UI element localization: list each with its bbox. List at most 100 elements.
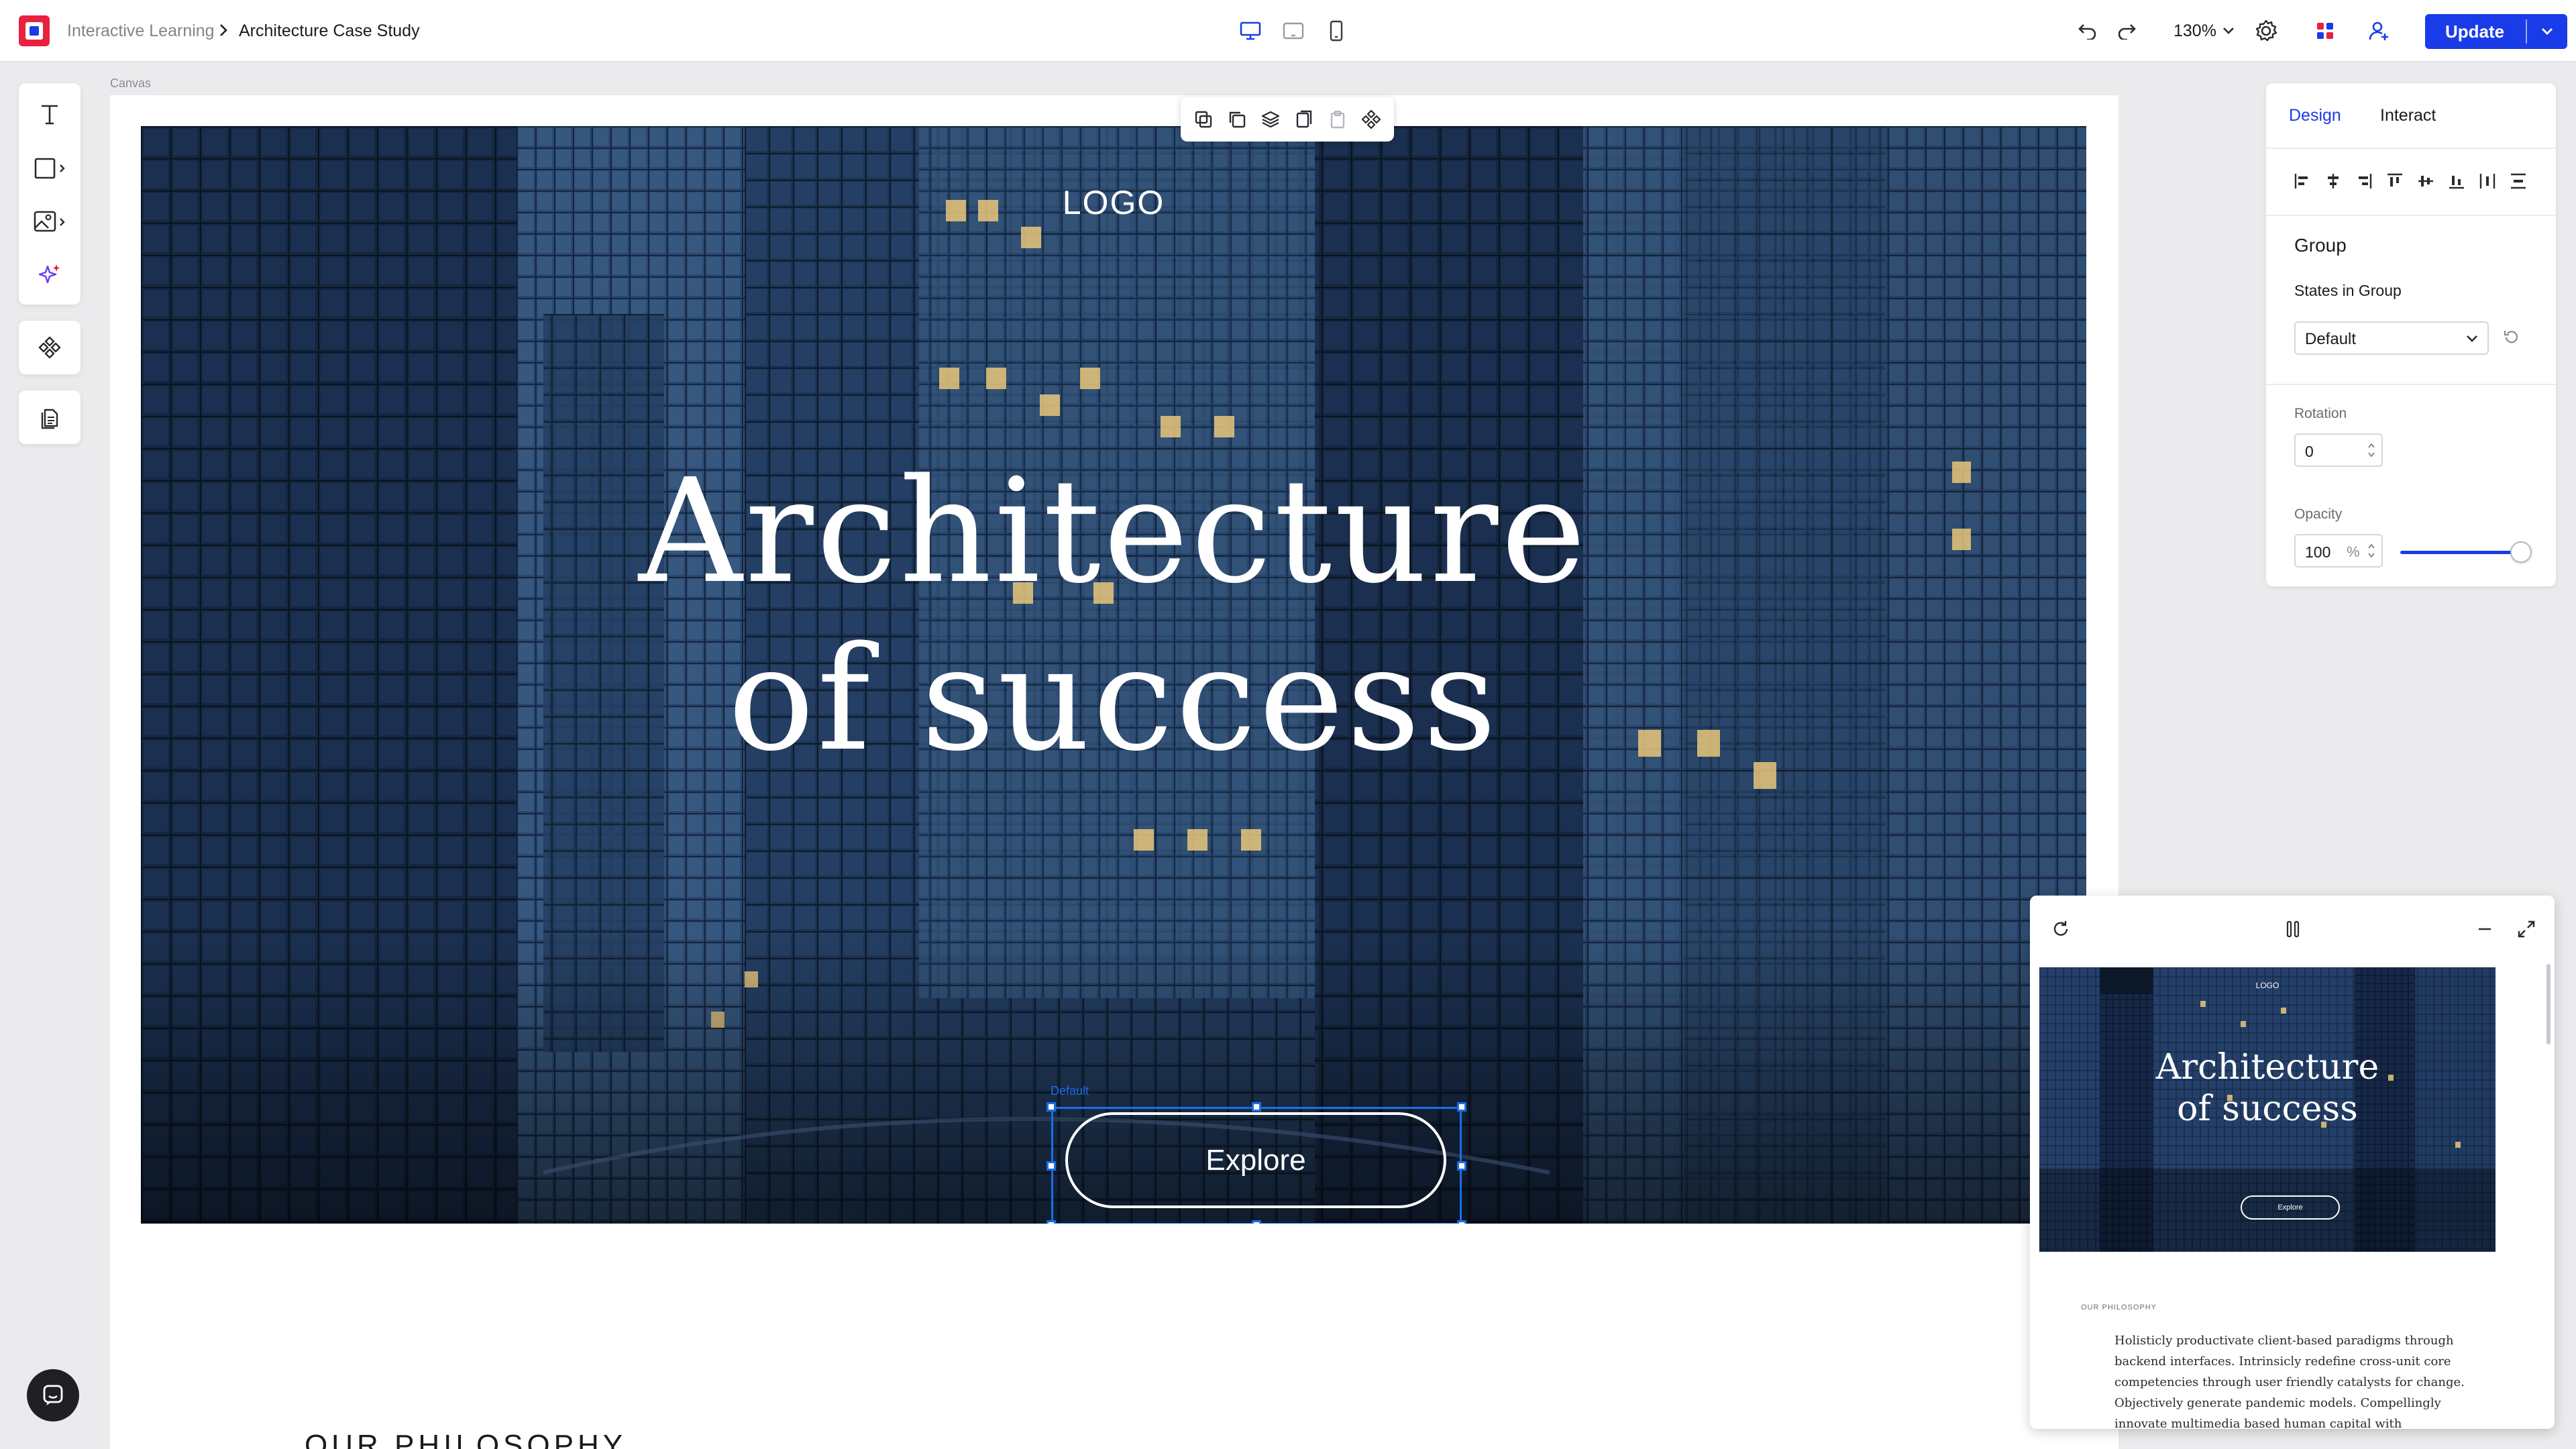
tab-design[interactable]: Design [2289, 103, 2341, 127]
components-toolbar [19, 321, 80, 374]
apps-grid-icon[interactable] [2312, 17, 2339, 44]
resize-handle-bottom[interactable] [1252, 1220, 1261, 1224]
opacity-value: 100 [2305, 543, 2331, 561]
hero-headline-line-2: of success [728, 616, 1499, 783]
reset-state-icon[interactable] [2502, 327, 2521, 346]
resize-handle-bottom-left[interactable] [1046, 1220, 1056, 1224]
align-top-icon[interactable] [2381, 168, 2408, 195]
opacity-input[interactable]: 100 % [2294, 534, 2383, 568]
stepper-arrows-icon[interactable] [2367, 541, 2376, 561]
panel-divider [2266, 148, 2556, 149]
hero-headline[interactable]: Architecture of success [141, 448, 2086, 784]
preview-headline-line-2: of success [2177, 1089, 2358, 1129]
align-bottom-icon[interactable] [2443, 168, 2470, 195]
shape-tool[interactable] [19, 141, 80, 195]
chat-support-button[interactable] [27, 1369, 79, 1421]
stepper-arrows-icon[interactable] [2367, 440, 2376, 460]
alignment-toolbar [2289, 168, 2532, 195]
resize-handle-top-right[interactable] [1457, 1102, 1466, 1112]
layers-icon[interactable] [1257, 106, 1284, 133]
preview-scrollbar[interactable] [2546, 964, 2551, 1044]
preview-headline-line-1: Architecture [2155, 1047, 2379, 1087]
opacity-unit: % [2347, 543, 2360, 560]
resize-handle-bottom-right[interactable] [1457, 1220, 1466, 1224]
pages-icon [38, 405, 62, 429]
state-dropdown-value: Default [2305, 330, 2357, 348]
component-icon [38, 335, 62, 360]
settings-gear-icon[interactable] [2253, 17, 2279, 44]
preview-window[interactable]: LOGO Architecture of success Explore OUR… [2030, 896, 2555, 1429]
hero-headline-line-1: Architecture [638, 448, 1589, 615]
chevron-down-icon[interactable] [2215, 17, 2242, 44]
image-icon [32, 209, 67, 233]
device-switcher [1237, 17, 1350, 44]
pages-tool[interactable] [19, 390, 80, 444]
share-user-icon[interactable] [2365, 17, 2392, 44]
resize-handle-right[interactable] [1457, 1161, 1466, 1171]
tab-interact[interactable]: Interact [2380, 103, 2436, 127]
section-heading-philosophy[interactable]: OUR PHILOSOPHY [305, 1429, 627, 1449]
panel-divider [2266, 384, 2556, 385]
pages-toolbar [19, 390, 80, 444]
slider-thumb[interactable] [2510, 541, 2532, 563]
align-center-vertical-icon[interactable] [2412, 168, 2439, 195]
hero-logo-text[interactable]: LOGO [141, 183, 2086, 222]
text-icon [38, 102, 62, 126]
refresh-icon[interactable] [2046, 914, 2076, 944]
breadcrumb-current: Architecture Case Study [239, 21, 420, 40]
rectangle-icon [32, 156, 67, 180]
selection-box[interactable] [1051, 1107, 1462, 1224]
align-center-horizontal-icon[interactable] [2320, 168, 2347, 195]
design-panel: Design Interact Group States in Group De… [2266, 83, 2556, 586]
ai-tool[interactable] [19, 248, 80, 302]
preview-logo-text: LOGO [2255, 981, 2279, 990]
pause-icon[interactable] [2278, 914, 2308, 944]
resize-handle-left[interactable] [1046, 1161, 1056, 1171]
resize-handle-top-left[interactable] [1046, 1102, 1056, 1112]
duplicate-icon[interactable] [1190, 106, 1217, 133]
app-logo-icon[interactable] [19, 15, 50, 46]
update-options-chevron-icon[interactable] [2527, 14, 2567, 49]
breadcrumb-parent[interactable]: Interactive Learning [67, 19, 215, 43]
tablet-device-icon[interactable] [1280, 17, 1307, 44]
chevron-right-icon [219, 23, 228, 38]
media-tool[interactable] [19, 195, 80, 248]
mobile-device-icon[interactable] [1323, 17, 1350, 44]
canvas-label: Canvas [110, 76, 152, 90]
desktop-device-icon[interactable] [1237, 17, 1264, 44]
state-dropdown[interactable]: Default [2294, 321, 2489, 355]
chat-bubble-icon [41, 1383, 65, 1407]
states-label: States in Group [2294, 282, 2402, 299]
section-title-group: Group [2294, 235, 2347, 256]
minimize-icon[interactable] [2470, 914, 2500, 944]
paste-style-icon[interactable] [1291, 106, 1318, 133]
align-left-icon[interactable] [2289, 168, 2316, 195]
distribute-horizontal-icon[interactable] [2474, 168, 2501, 195]
text-tool[interactable] [19, 87, 80, 141]
preview-section-label: OUR PHILOSOPHY [2081, 1303, 2157, 1311]
chevron-down-icon [2465, 331, 2479, 346]
expand-icon[interactable] [2512, 914, 2541, 944]
resize-handle-top[interactable] [1252, 1102, 1261, 1112]
update-button[interactable]: Update [2425, 14, 2567, 49]
slider-fill [2400, 551, 2521, 554]
opacity-slider[interactable] [2400, 540, 2532, 564]
create-component-icon[interactable] [1358, 106, 1385, 133]
undo-icon[interactable] [2074, 17, 2101, 44]
rotation-label: Rotation [2294, 406, 2347, 421]
rotation-input[interactable]: 0 [2294, 433, 2383, 467]
selection-state-tag: Default [1051, 1084, 1089, 1097]
sparkle-icon [37, 262, 62, 288]
align-right-icon[interactable] [2351, 168, 2377, 195]
update-button-label: Update [2445, 21, 2505, 42]
copy-icon[interactable] [1224, 106, 1250, 133]
redo-icon[interactable] [2113, 17, 2140, 44]
zoom-level[interactable]: 130% [2174, 19, 2216, 43]
preview-paragraph: Holisticly productivate client-based par… [2114, 1334, 2465, 1429]
components-tool[interactable] [19, 321, 80, 374]
hero-section[interactable]: LOGO Architecture of success Default Exp… [141, 126, 2086, 1224]
preview-explore-button[interactable]: Explore [2241, 1195, 2340, 1220]
opacity-label: Opacity [2294, 506, 2343, 522]
paste-icon-disabled[interactable] [1324, 106, 1351, 133]
distribute-vertical-icon[interactable] [2505, 168, 2532, 195]
